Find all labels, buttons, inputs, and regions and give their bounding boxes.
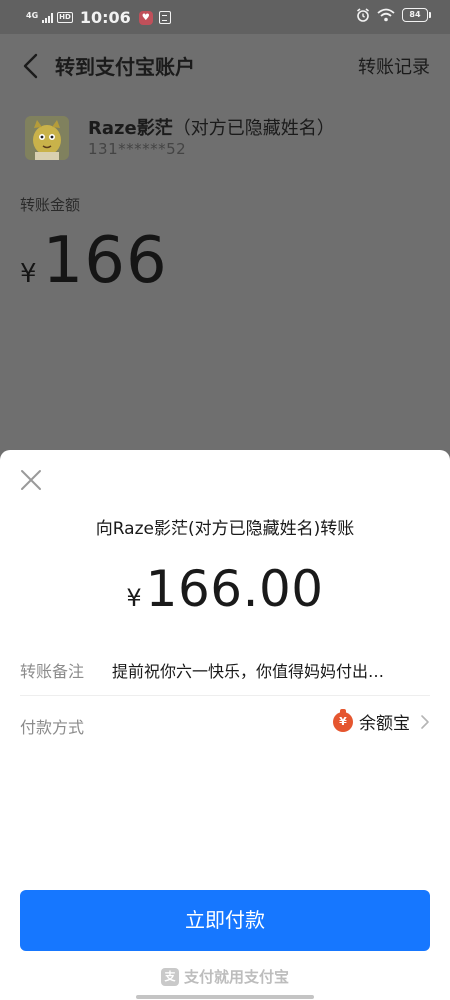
yuebao-icon-glyph: ¥: [339, 714, 347, 728]
hd-badge: HD: [57, 12, 73, 23]
status-time: 10:06: [79, 8, 131, 27]
pay-now-button[interactable]: 立即付款: [20, 890, 430, 951]
payment-method-name: 余额宝: [359, 714, 410, 734]
status-left: 4G HD 10:06 ♥: [26, 8, 171, 27]
transfer-page: 转到支付宝账户 转账记录 Raze影茫（对方已隐藏姓名） 131******52…: [0, 34, 450, 450]
amount-display: ¥ 166: [20, 224, 168, 298]
signal-icon: [42, 12, 54, 23]
chevron-right-icon: [421, 714, 429, 729]
alarm-icon: [357, 8, 369, 22]
close-icon[interactable]: [18, 467, 44, 493]
network-type: 4G: [26, 10, 39, 20]
sheet-title: 向Raze影茫(对方已隐藏姓名)转账: [95, 519, 355, 539]
avatar: [25, 116, 69, 160]
sheet-amount: ¥ 166.00: [0, 560, 450, 618]
footer-brand: 支 支付就用支付宝: [0, 966, 450, 987]
alipay-logo-icon: 支: [160, 967, 179, 986]
remark-row: 转账备注 提前祝你六一快乐，你值得妈妈付出…: [20, 640, 430, 696]
wifi-icon: [377, 8, 395, 22]
footer-slogan: 支付就用支付宝: [183, 968, 289, 986]
status-bar: 4G HD 10:06 ♥ 84: [0, 0, 450, 34]
payment-method-label: 付款方式: [20, 718, 85, 737]
remark-label: 转账备注: [20, 662, 85, 681]
recipient-name: Raze影茫（对方已隐藏姓名）: [88, 114, 335, 140]
currency-symbol: ¥: [20, 259, 37, 289]
recipient-account: 131******52: [88, 140, 187, 158]
sheet-amount-value: 166.00: [145, 560, 324, 618]
back-arrow-icon[interactable]: [20, 52, 42, 80]
notification-app-icon: ♥: [138, 10, 153, 25]
home-indicator[interactable]: [136, 995, 314, 999]
recipient-name-note: （对方已隐藏姓名）: [172, 118, 335, 139]
notification-doc-icon: [158, 11, 171, 24]
payment-sheet: 向Raze影茫(对方已隐藏姓名)转账 ¥ 166.00 转账备注 提前祝你六一快…: [0, 450, 450, 1000]
amount-label: 转账金额: [20, 196, 81, 214]
remark-value: 提前祝你六一快乐，你值得妈妈付出…: [112, 662, 385, 681]
payment-method-row[interactable]: 付款方式 ¥ 余额宝: [20, 696, 430, 752]
battery-icon: 84: [402, 8, 431, 22]
amount-value: 166: [42, 224, 168, 298]
status-right: 84: [356, 8, 431, 22]
yuebao-icon: ¥: [333, 708, 353, 732]
payment-method-selector[interactable]: ¥ 余额宝: [333, 708, 430, 734]
transfer-history-link[interactable]: 转账记录: [358, 53, 430, 79]
page-title: 转到支付宝账户: [55, 55, 195, 79]
sheet-currency-symbol: ¥: [126, 584, 142, 612]
recipient-nickname: Raze影茫: [88, 118, 173, 139]
